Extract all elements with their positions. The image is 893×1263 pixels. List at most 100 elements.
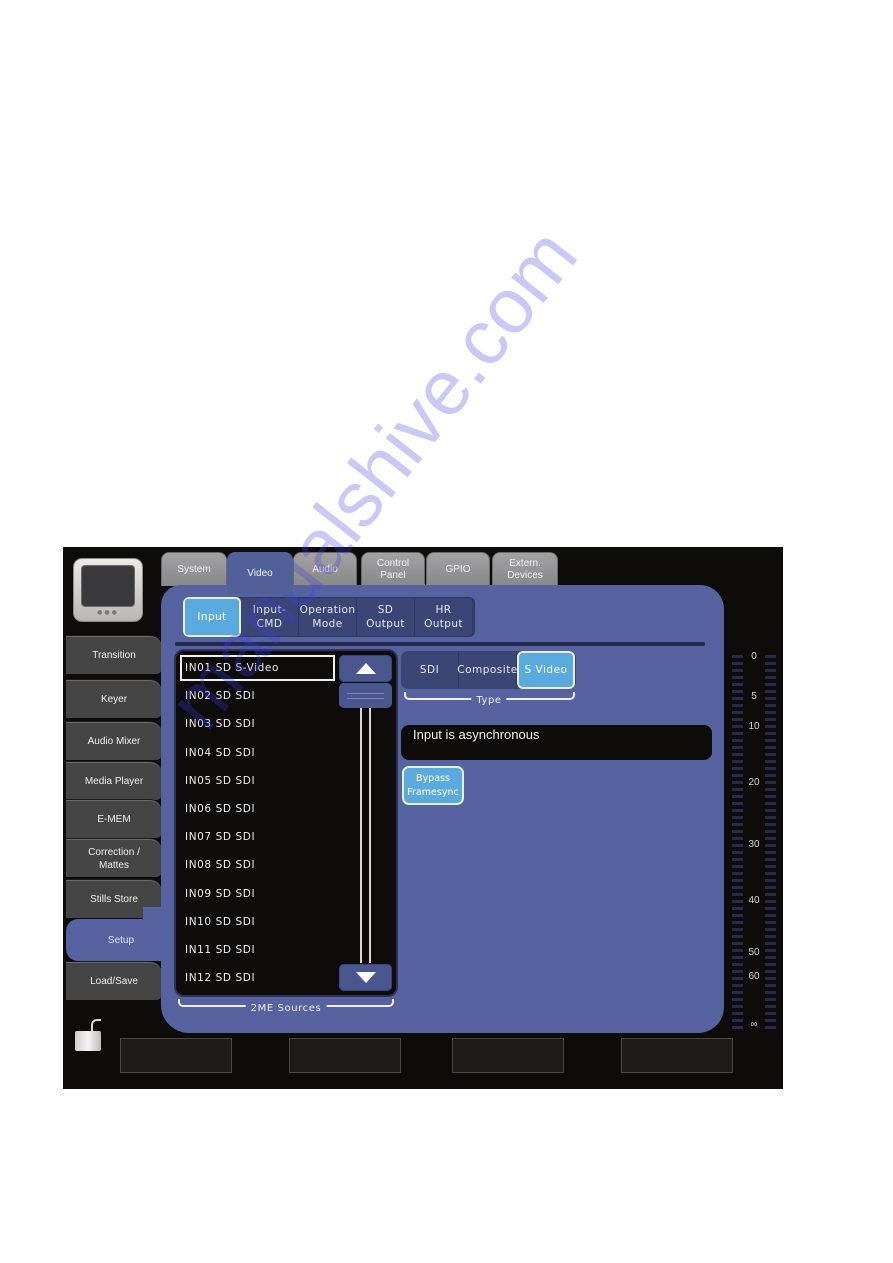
meter-segment (765, 788, 776, 791)
meter-segment (765, 739, 776, 742)
meter-segment (765, 921, 776, 924)
sidebar-item-audio-mixer[interactable]: Audio Mixer (66, 722, 162, 760)
meter-segment (732, 676, 743, 679)
meter-segment (732, 711, 743, 714)
meter-segment (732, 872, 743, 875)
meter-scale-value: 40 (747, 895, 761, 906)
meter-segment (732, 886, 743, 889)
source-list-item[interactable]: IN03 SD SDI (180, 711, 335, 737)
meter-segment (732, 942, 743, 945)
subtab-label: Input- CMD (252, 604, 287, 630)
meter-segment (732, 753, 743, 756)
meter-segment (765, 872, 776, 875)
subtab-input[interactable]: Input (183, 597, 241, 637)
source-list-item[interactable]: IN11 SD SDI (180, 937, 335, 963)
source-list-item[interactable]: IN09 SD SDI (180, 881, 335, 907)
meter-scale-label: 50 (728, 947, 780, 958)
meter-segment (732, 683, 743, 686)
arrow-up-icon (356, 663, 376, 674)
sidebar-item-load-save[interactable]: Load/Save (66, 962, 162, 1000)
soft-key-1[interactable] (120, 1038, 232, 1073)
source-list-item[interactable]: IN06 SD SDI (180, 796, 335, 822)
subtab-input-cmd[interactable]: Input- CMD (241, 597, 299, 637)
bypass-framesync-label: Bypass Framesync (407, 772, 459, 798)
meter-segment (765, 935, 776, 938)
source-list-item[interactable]: IN10 SD SDI (180, 909, 335, 935)
subtab-hr-output[interactable]: HR Output (415, 597, 473, 637)
meter-segment (732, 921, 743, 924)
meter-segment (765, 886, 776, 889)
tab-system[interactable]: System (161, 552, 227, 586)
meter-segment (732, 760, 743, 763)
scrollbar-thumb[interactable] (339, 683, 392, 708)
source-list-item[interactable]: IN07 SD SDI (180, 824, 335, 850)
meter-segment (732, 795, 743, 798)
source-list-item[interactable]: IN12 SD SDI (180, 965, 335, 991)
meter-segment (765, 732, 776, 735)
meter-segment (765, 669, 776, 672)
meter-segment (732, 851, 743, 854)
meter-segment (732, 767, 743, 770)
sidebar-item-transition[interactable]: Transition (66, 636, 162, 674)
meter-scale-label: 20 (728, 777, 780, 788)
meter-segment (765, 1005, 776, 1008)
meter-segment (732, 858, 743, 861)
source-list[interactable]: IN01 SD S-Video IN02 SD SDI IN03 SD SDI IN0… (176, 651, 396, 995)
meter-segment (765, 914, 776, 917)
tab-label: Video (247, 567, 273, 579)
sidebar-item-label: Stills Store (90, 894, 138, 905)
source-list-item[interactable]: IN05 SD SDI (180, 768, 335, 794)
soft-key-2[interactable] (289, 1038, 401, 1073)
meter-segment (765, 711, 776, 714)
scroll-track[interactable] (360, 708, 362, 963)
tab-extern-devices[interactable]: Extern. Devices (492, 552, 558, 586)
subtab-operation-mode[interactable]: Operation Mode (299, 597, 357, 637)
sidebar-item-media-player[interactable]: Media Player (66, 762, 162, 800)
scroll-up-button[interactable] (339, 655, 392, 682)
soft-key-3[interactable] (452, 1038, 564, 1073)
sidebar-item-label: Transition (92, 650, 136, 661)
soft-key-4[interactable] (621, 1038, 733, 1073)
meter-segment (732, 998, 743, 1001)
unlock-icon[interactable] (75, 1019, 105, 1051)
meter-scale-label: 30 (728, 839, 780, 850)
meter-scale-label: 10 (728, 721, 780, 732)
source-list-item[interactable]: IN02 SD SDI (180, 683, 335, 709)
source-list-item[interactable]: IN01 SD S-Video (180, 655, 335, 681)
sidebar-item-e-mem[interactable]: E-MEM (66, 800, 162, 838)
meter-segment (732, 984, 743, 987)
meter-segment (765, 907, 776, 910)
meter-segment (765, 991, 776, 994)
tab-gpio[interactable]: GPIO (426, 552, 490, 586)
meter-segment (765, 676, 776, 679)
tab-label: Extern. Devices (507, 557, 543, 581)
meter-segment (732, 928, 743, 931)
type-option-composite[interactable]: Composite (457, 651, 517, 689)
subtab-label: Operation Mode (299, 604, 356, 630)
source-list-item[interactable]: IN04 SD SDI (180, 740, 335, 766)
tab-label: GPIO (445, 563, 471, 575)
meter-segment (765, 879, 776, 882)
meter-scale-value: 5 (750, 691, 758, 702)
sidebar-item-label: Media Player (84, 776, 144, 787)
type-selector: SDI Composite S Video (401, 651, 576, 689)
meter-scale-label: ∞ (728, 1019, 780, 1030)
scroll-track[interactable] (369, 708, 371, 963)
meter-segment (732, 662, 743, 665)
tab-label: Control Panel (376, 557, 410, 581)
subtab-sd-output[interactable]: SD Output (357, 597, 415, 637)
bypass-framesync-button[interactable]: Bypass Framesync (402, 766, 464, 805)
tab-control-panel[interactable]: Control Panel (361, 552, 425, 586)
meter-scale-value: 50 (747, 947, 761, 958)
meter-segment (765, 998, 776, 1001)
meter-scale-label: 40 (728, 895, 780, 906)
subtab-label: SD Output (366, 604, 405, 630)
type-option-sdi[interactable]: SDI (401, 651, 459, 689)
scroll-down-button[interactable] (339, 964, 392, 991)
tab-audio[interactable]: Audio (293, 552, 357, 586)
sidebar-item-correction-mattes[interactable]: Correction / Mattes (66, 839, 162, 877)
tab-video[interactable]: Video (227, 552, 293, 594)
source-list-item[interactable]: IN08 SD SDI (180, 852, 335, 878)
type-option-s-video[interactable]: S Video (517, 651, 575, 689)
sidebar-item-keyer[interactable]: Keyer (66, 680, 162, 718)
